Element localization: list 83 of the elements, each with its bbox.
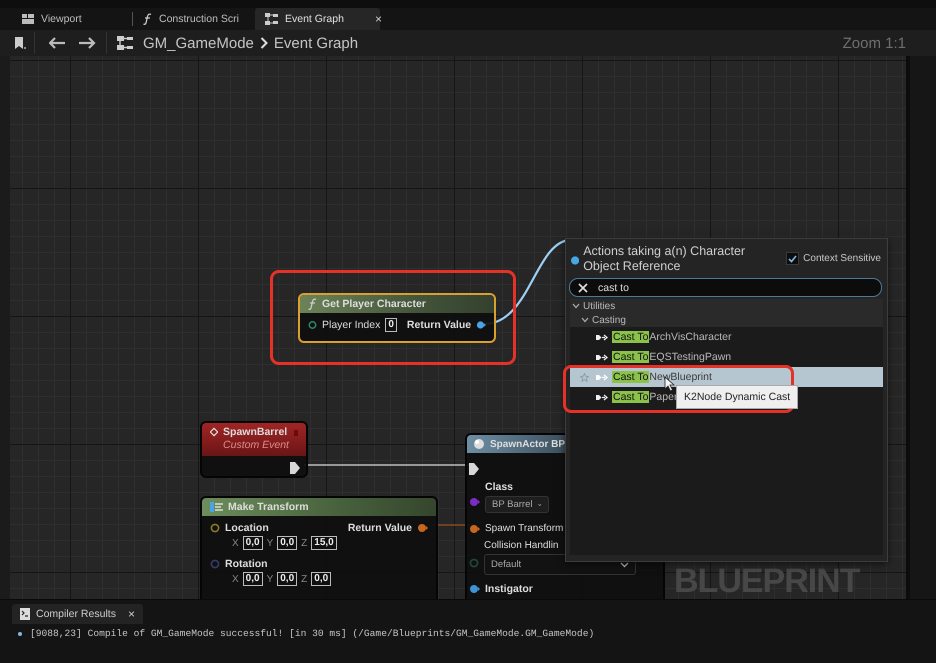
sphere-icon [473, 438, 485, 450]
value-field[interactable]: 0,0 [242, 536, 263, 550]
axis-label: X [232, 574, 239, 584]
close-button[interactable]: × [128, 607, 135, 621]
chevron-icon [620, 562, 629, 568]
node-title: SpawnBarrel [223, 426, 288, 439]
graph-icon [265, 13, 278, 25]
pin-label: Class [485, 481, 514, 493]
value-field[interactable]: 0,0 [277, 572, 298, 586]
node-subtitle: Custom Event [223, 439, 289, 452]
category-row[interactable]: Casting [570, 313, 883, 327]
exec-pin-icon[interactable] [290, 462, 300, 474]
pin-icon[interactable] [469, 524, 480, 534]
bullet-icon [18, 632, 22, 636]
category-row[interactable]: Utilities [570, 299, 883, 313]
pin-dot-icon [571, 256, 580, 265]
node-title: Make Transform [228, 501, 309, 513]
cast-icon [596, 374, 608, 380]
cast-icon [596, 334, 608, 340]
search-input[interactable]: cast to [598, 282, 858, 294]
action-item[interactable]: Cast ToNewBlueprint [570, 367, 883, 387]
axis-label: Z [301, 538, 308, 548]
close-button[interactable]: × [350, 12, 382, 26]
make-transform-node[interactable]: Make Transform Location Return Value X 0,0 Y 0,0 Z 15,0 Rotation X 0,0 Y 0,0 Z 0,0 [200, 496, 438, 599]
zoom-label: Zoom 1:1 [842, 34, 906, 52]
checkbox[interactable] [786, 252, 800, 265]
function-icon [143, 13, 152, 25]
class-dropdown[interactable]: BP Barrel [485, 496, 549, 513]
axis-label: Y [266, 538, 274, 548]
back-arrow-icon[interactable] [49, 37, 66, 49]
axis-label: Z [301, 574, 308, 584]
pin-label: Collision Handlin [484, 540, 560, 551]
pin-label: Instigator [485, 583, 533, 595]
clear-icon[interactable] [578, 282, 588, 292]
pin-label: Rotation [225, 558, 268, 570]
editor-tab[interactable]: Event Graph × [255, 8, 380, 30]
pin-icon[interactable] [476, 320, 486, 330]
graph-icon [117, 36, 133, 50]
diamond-icon [210, 426, 218, 438]
menu-title: Actions taking a(n) Character Object Reference [583, 244, 746, 274]
search-field[interactable]: cast to [569, 278, 882, 297]
pin-label: Player Index [322, 319, 380, 331]
pin-icon[interactable] [469, 584, 480, 594]
pin-icon[interactable] [210, 523, 220, 533]
star-icon[interactable] [580, 372, 589, 382]
checkbox-label[interactable]: Context Sensitive [803, 253, 881, 264]
axis-label: X [232, 538, 239, 548]
value-field[interactable]: 0,0 [277, 536, 298, 550]
forward-arrow-icon[interactable] [79, 37, 96, 49]
pin-icon[interactable] [417, 523, 428, 533]
struct-icon [210, 502, 223, 512]
log-message: [9088,23] Compile of GM_GameMode successful! [in 30 ms] (/Game/Blueprints/GM_GameMode.GM_GameMode) [30, 628, 594, 639]
chevron-icon [260, 37, 268, 49]
value-field[interactable]: 0,0 [311, 572, 332, 586]
grid-icon [22, 14, 34, 24]
pin-icon[interactable] [308, 320, 317, 330]
node-title: Get Player Character [322, 298, 426, 310]
event-node[interactable]: SpawnBarrel Custom Event [200, 421, 308, 478]
breadcrumb-link[interactable]: Event Graph [272, 34, 360, 52]
action-item[interactable]: Cast ToArchVisCharacter [570, 327, 883, 347]
tooltip: K2Node Dynamic Cast [676, 385, 798, 409]
pin-label: Location [225, 522, 269, 534]
function-node[interactable]: Get Player Character Player Index 0 Return Value [298, 293, 496, 343]
cast-icon [596, 354, 608, 360]
axis-label: Y [266, 574, 274, 584]
value-field[interactable]: 0,0 [242, 572, 263, 586]
editor-tab[interactable]: Construction Scri [133, 8, 255, 30]
exec-pin-icon[interactable] [469, 463, 479, 475]
bookmark-icon[interactable] [14, 36, 26, 50]
node-title: SpawnActor BP [490, 438, 566, 450]
action-item[interactable]: Cast ToEQSTestingPawn [570, 347, 883, 367]
log-icon [20, 608, 30, 620]
panel-tab[interactable]: Compiler Results × [12, 604, 143, 624]
cast-icon [596, 394, 608, 400]
checkmark-icon [788, 254, 798, 262]
pin-label: Return Value [406, 319, 472, 331]
breadcrumb-link[interactable]: GM_GameMode [141, 34, 256, 52]
function-icon [308, 298, 317, 310]
pin-label: Return Value [348, 522, 412, 534]
editor-tab[interactable]: Viewport [12, 8, 132, 30]
pin-label: Spawn Transform [485, 523, 564, 534]
value-field[interactable]: 15,0 [311, 536, 337, 550]
value-field[interactable]: 0 [385, 318, 397, 332]
